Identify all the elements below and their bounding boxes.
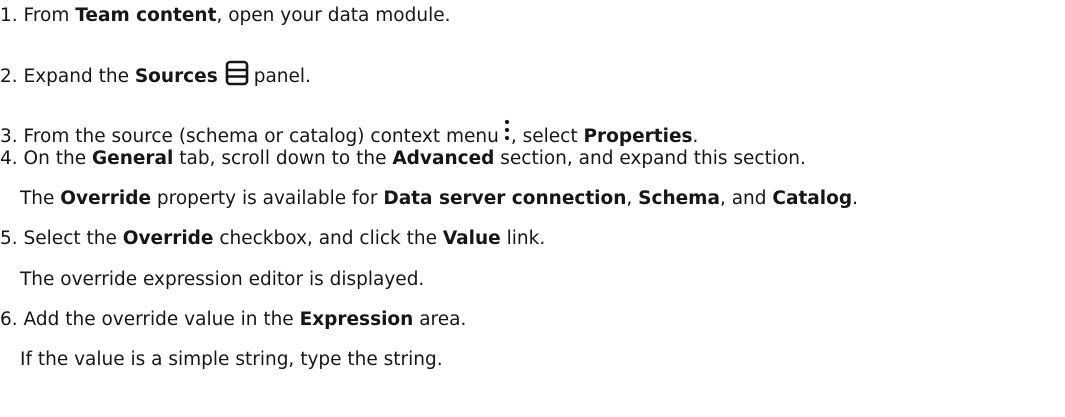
sources-label: Sources — [134, 66, 218, 87]
advanced-section-label: Advanced — [392, 148, 495, 169]
step-6-note: If the value is a simple string, type th… — [20, 349, 443, 370]
override-checkbox-label: Override — [122, 228, 214, 249]
step-2: 2. Expand the Sources panel. — [0, 60, 311, 93]
properties-label: Properties — [583, 126, 693, 147]
value-link-label: Value — [442, 228, 501, 249]
step-number: 6. — [0, 309, 18, 330]
step-number: 2. — [0, 66, 18, 87]
expression-area-label: Expression — [299, 309, 414, 330]
step-number: 1. — [0, 5, 18, 26]
step-4: 4. On the General tab, scroll down to th… — [0, 148, 806, 169]
step-5: 5. Select the Override checkbox, and cli… — [0, 228, 546, 249]
team-content-label: Team content — [75, 5, 217, 26]
step-number: 5. — [0, 228, 18, 249]
step-4-note: The Override property is available for D… — [20, 188, 858, 209]
step-number: 3. — [0, 126, 18, 147]
sources-panel-icon — [224, 60, 250, 93]
step-5-note: The override expression editor is displa… — [20, 269, 425, 290]
step-1: 1. From Team content, open your data mod… — [0, 5, 451, 26]
step-number: 4. — [0, 148, 18, 169]
step-6: 6. Add the override value in the Express… — [0, 309, 467, 330]
general-tab-label: General — [91, 148, 174, 169]
